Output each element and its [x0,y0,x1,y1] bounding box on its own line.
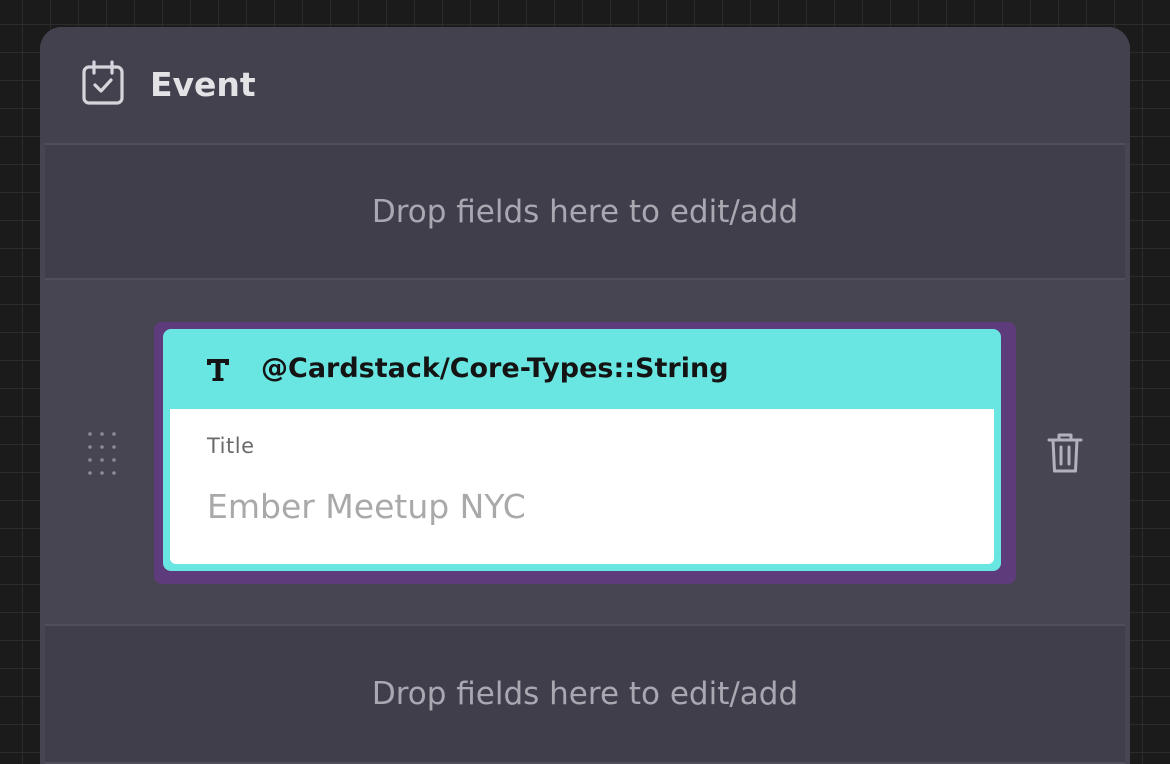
field-body: Title Ember Meetup NYC [170,409,994,564]
trash-icon[interactable] [1046,431,1084,475]
field-type-header: @Cardstack/Core-Types::String [163,329,1001,409]
selected-field-outline[interactable]: @Cardstack/Core-Types::String Title Embe… [154,322,1016,584]
field-label: Title [207,434,255,458]
drag-handle-icon[interactable] [84,430,120,478]
drop-zone-text: Drop fields here to edit/add [371,676,799,712]
text-type-icon [207,359,229,381]
card-title: Event [150,65,256,104]
drop-zone-text: Drop fields here to edit/add [371,193,799,230]
drop-zone-bottom[interactable]: Drop fields here to edit/add [45,624,1125,764]
card-header: Event [40,27,1130,143]
string-field-card[interactable]: @Cardstack/Core-Types::String Title Embe… [163,329,1001,571]
field-type-label: @Cardstack/Core-Types::String [261,353,729,384]
field-value[interactable]: Ember Meetup NYC [207,487,526,526]
drop-zone-top[interactable]: Drop fields here to edit/add [45,143,1125,280]
calendar-check-icon [82,60,124,105]
event-card: Event Drop fields here to edit/add @Card… [40,27,1130,764]
